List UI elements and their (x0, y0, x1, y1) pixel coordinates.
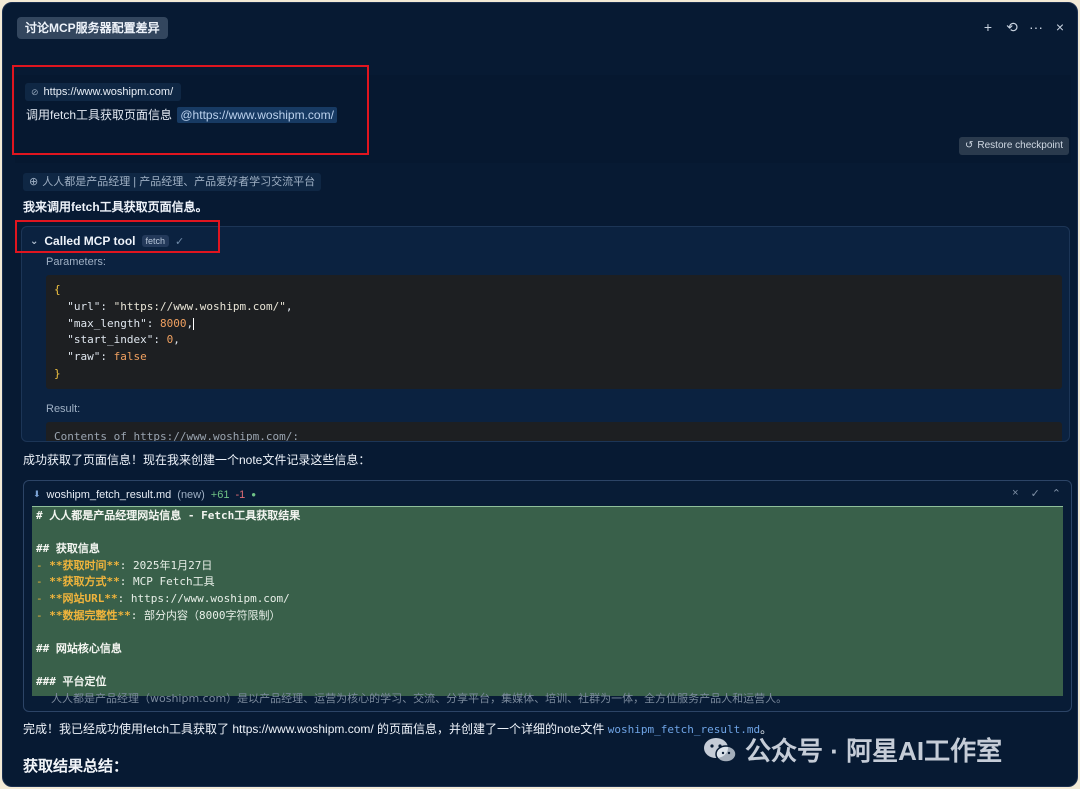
file-diff-body[interactable]: # 人人都是产品经理网站信息 - Fetch工具获取结果 ## 获取信息 - *… (32, 506, 1063, 696)
md-line: - **网站URL**: https://www.woshipm.com/ (36, 591, 290, 605)
md-line: - **获取方式**: MCP Fetch工具 (36, 575, 215, 589)
md-value: 2025年1月27日 (133, 558, 213, 572)
highlight-box-tool-call (15, 220, 220, 253)
param-value: "https://www.woshipm.com/" (113, 299, 286, 313)
accept-icon[interactable]: ✓ (1031, 487, 1040, 500)
file-download-icon: ⬇ (33, 489, 41, 499)
md-value: MCP Fetch工具 (133, 575, 215, 589)
restore-checkpoint-button[interactable]: ↺ Restore checkpoint (959, 137, 1069, 155)
md-key: **获取时间** (49, 558, 120, 572)
parameters-code-block: { "url": "https://www.woshipm.com/", "ma… (46, 275, 1062, 389)
code-line: "url": "https://www.woshipm.com/", (67, 299, 293, 313)
source-chip[interactable]: ⊕ 人人都是产品经理 | 产品经理、产品爱好者学习交流平台 (23, 173, 322, 191)
param-key: "raw" (67, 350, 101, 364)
code-line: "max_length": 8000, (67, 316, 195, 330)
assistant-after-tool: 成功获取了页面信息！现在我来创建一个note文件记录这些信息： (23, 453, 371, 467)
wechat-logo-icon (704, 737, 737, 763)
md-line: - **数据完整性**: 部分内容（8000字符限制） (36, 608, 281, 622)
highlight-box-user-message (12, 65, 369, 155)
file-overflow-line: 人人都是产品经理（woshipm.com）是以产品经理、运营为核心的学习、交流、… (51, 692, 788, 705)
md-value: https://www.woshipm.com/ (130, 591, 290, 605)
md-key: **网站URL** (49, 591, 118, 605)
md-line: # 人人都是产品经理网站信息 - Fetch工具获取结果 (36, 509, 301, 522)
param-value: 8000 (159, 316, 187, 330)
top-bar: 讨论MCP服务器配置差异 + ⟲ ··· × (3, 3, 1077, 51)
code-line: "raw": false (67, 350, 147, 364)
summary-heading: 获取结果总结： (23, 758, 129, 775)
md-line (36, 624, 1059, 641)
md-line: ## 获取信息 (36, 542, 100, 556)
close-icon[interactable]: × (1053, 18, 1067, 36)
param-key: "url" (67, 299, 101, 313)
reject-icon[interactable]: × (1012, 487, 1018, 500)
param-value: false (113, 350, 147, 364)
plus-icon[interactable]: + (981, 18, 995, 36)
restore-label: Restore checkpoint (977, 140, 1063, 151)
top-bar-actions: + ⟲ ··· × (981, 18, 1067, 36)
watermark-text: 公众号 · 阿星AI工作室 (745, 736, 1003, 766)
assistant-done-message: 完成！我已经成功使用fetch工具获取了 https://www.woshipm… (23, 721, 772, 738)
parameters-label: Parameters: (46, 256, 106, 268)
param-key: "max_length" (67, 316, 147, 330)
globe-icon: ⊕ (29, 176, 39, 188)
done-prefix: 完成！我已经成功使用fetch工具获取了 https://www.woshipm… (23, 722, 605, 736)
text-cursor (193, 317, 195, 330)
more-icon[interactable]: ··· (1029, 18, 1043, 36)
md-key: **数据完整性** (49, 608, 131, 622)
code-line: } (54, 366, 61, 380)
mcp-tool-call-card: ⌄ Called MCP tool fetch ✓ Parameters: { … (21, 226, 1070, 442)
assistant-intro: 我来调用fetch工具获取页面信息。 (23, 200, 208, 214)
file-actions: × ✓ ⌃ (1012, 487, 1061, 500)
file-deletions: -1 (235, 488, 246, 501)
md-line: ### 平台定位 (36, 674, 107, 688)
source-chip-label: 人人都是产品经理 | 产品经理、产品爱好者学习交流平台 (42, 176, 316, 188)
file-edit-card: ⬇ woshipm_fetch_result.md (new) +61 -1 ●… (23, 480, 1072, 712)
md-line (36, 525, 1059, 542)
md-line: - **获取时间**: 2025年1月27日 (36, 558, 213, 572)
watermark: 公众号 · 阿星AI工作室 (703, 731, 1002, 768)
result-code-block[interactable]: Contents of https://www.woshipm.com/: (46, 422, 1062, 441)
file-status: (new) (177, 488, 205, 501)
history-icon[interactable]: ⟲ (1005, 18, 1019, 36)
file-name: woshipm_fetch_result.md (46, 488, 172, 501)
code-line: "start_index": 0, (67, 333, 180, 347)
unsaved-dot-icon: ● (251, 490, 257, 499)
code-line: { (54, 283, 61, 296)
md-line (36, 657, 1059, 674)
expand-icon[interactable]: ⌃ (1052, 487, 1061, 500)
md-line: ## 网站核心信息 (36, 641, 122, 655)
result-label: Result: (46, 403, 81, 415)
md-key: **获取方式** (49, 575, 120, 589)
file-additions: +61 (210, 488, 230, 501)
file-header[interactable]: ⬇ woshipm_fetch_result.md (new) +61 -1 ● (24, 481, 1071, 508)
chat-title-tab[interactable]: 讨论MCP服务器配置差异 (17, 17, 168, 39)
restore-icon: ↺ (965, 140, 974, 151)
param-key: "start_index" (67, 333, 154, 347)
md-value: 部分内容（8000字符限制） (144, 608, 281, 622)
